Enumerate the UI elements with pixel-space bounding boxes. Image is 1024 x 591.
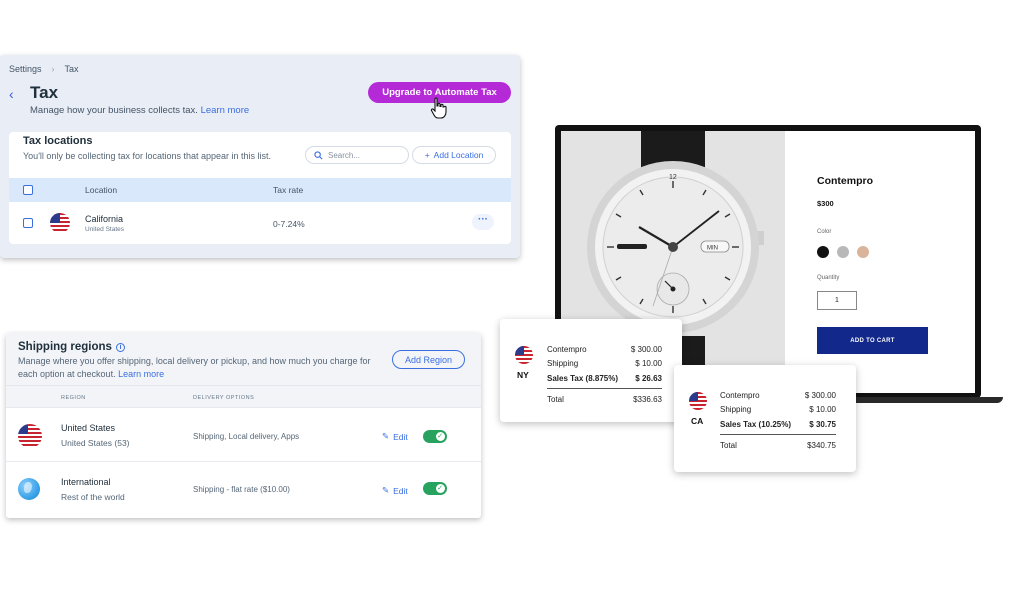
receipt-line-label: Contempro [720,391,760,400]
edit-region-button[interactable]: ✎ Edit [382,431,408,442]
quantity-label: Quantity [817,275,840,281]
learn-more-link[interactable]: Learn more [201,105,250,116]
table-row[interactable]: California United States 0-7.24% [9,202,511,244]
shipping-learn-more-link[interactable]: Learn more [118,369,164,379]
shipping-title-text: Shipping regions [18,341,112,353]
column-tax-rate: Tax rate [273,185,304,195]
receipt-divider [547,388,662,389]
us-flag-icon [689,392,707,410]
globe-icon [18,478,40,500]
delivery-options: Shipping - flat rate ($10.00) [193,485,290,494]
receipt-line-label: Shipping [547,359,579,368]
receipt-card-ny: NY Contempro $ 300.00 Shipping $ 10.00 S… [500,319,682,422]
check-icon: ✓ [437,485,443,492]
table-row[interactable]: United States United States (53) Shippin… [6,407,481,461]
shipping-title: Shipping regions i [18,341,125,353]
receipt-divider [720,434,836,435]
check-icon: ✓ [437,433,443,440]
receipt-line-value: $ 10.00 [635,359,662,368]
more-actions-icon[interactable]: ··· [472,214,494,230]
add-location-button[interactable]: + Add Location [412,146,496,164]
receipt-tax-value: $ 30.75 [809,420,836,429]
receipt-line-value: $ 300.00 [630,345,662,354]
region-name: International [61,477,111,487]
svg-text:12: 12 [669,174,677,181]
column-delivery-options: DELIVERY OPTIONS [193,395,255,401]
receipt-tax-value: $ 26.63 [635,374,662,383]
location-name: California [85,214,124,224]
location-tax-rate: 0-7.24% [273,219,305,229]
receipt-total-value: $340.75 [807,441,836,450]
regions-table-header: REGION DELIVERY OPTIONS [6,385,481,407]
select-all-checkbox[interactable] [23,185,33,195]
region-enabled-toggle[interactable]: ✓ [423,430,447,443]
shipping-description: Manage where you offer shipping, local d… [18,355,383,381]
receipt-state: CA [691,416,704,426]
add-to-cart-button[interactable]: ADD TO CART [817,327,928,354]
plus-icon: + [424,150,430,160]
quantity-input[interactable]: 1 [817,291,857,310]
add-location-label: Add Location [433,150,484,160]
region-name: United States [61,423,116,433]
color-label: Color [817,229,832,235]
page-title: Tax [30,83,59,102]
tax-locations-title: Tax locations [23,135,93,147]
receipt-total-value: $336.63 [633,395,662,404]
breadcrumb-settings[interactable]: Settings [9,64,42,74]
pencil-icon: ✎ [382,431,390,441]
region-sub: Rest of the world [61,492,125,502]
receipt-total-label: Total [720,441,737,450]
receipt-tax-label: Sales Tax (10.25%) [720,420,792,429]
row-checkbox[interactable] [23,218,33,228]
search-icon [314,150,323,159]
receipt-tax-label: Sales Tax (8.875%) [547,374,619,383]
receipt-card-ca: CA Contempro $ 300.00 Shipping $ 10.00 S… [674,365,856,472]
us-flag-icon [515,346,533,364]
product-name: Contempro [817,175,873,187]
hand-cursor-icon [430,97,447,119]
color-swatch-tan[interactable] [857,246,869,258]
watch-min-label: MIN [707,246,718,252]
receipt-line-label: Shipping [720,405,752,414]
breadcrumb: Settings › Tax [9,64,79,74]
shipping-regions-panel: Shipping regions i Manage where you offe… [6,333,481,518]
page-subtitle: Manage how your business collects tax. L… [30,105,249,116]
table-row[interactable]: International Rest of the world Shipping… [6,461,481,515]
tax-locations-description: You'll only be collecting tax for locati… [23,151,272,161]
receipt-total-label: Total [547,395,564,404]
back-arrow-icon[interactable]: ‹ [9,86,14,102]
pencil-icon: ✎ [382,485,390,495]
receipt-line-value: $ 300.00 [804,391,836,400]
color-swatch-gray[interactable] [837,246,849,258]
breadcrumb-tax: Tax [64,64,79,74]
tax-settings-panel: Settings › Tax ‹ Tax Manage how your bus… [0,55,520,258]
location-search-input[interactable]: Search... [305,146,409,164]
shipping-description-text: Manage where you offer shipping, local d… [18,356,371,379]
column-region: REGION [61,395,86,401]
receipt-state: NY [517,370,529,380]
region-enabled-toggle[interactable]: ✓ [423,482,447,495]
delivery-options: Shipping, Local delivery, Apps [193,432,300,441]
add-region-button[interactable]: Add Region [392,350,465,369]
subtitle-text: Manage how your business collects tax. [30,105,198,116]
location-country: United States [85,226,125,233]
edit-label: Edit [393,431,408,442]
receipt-line-value: $ 10.00 [809,405,836,414]
breadcrumb-separator-icon: › [51,64,55,74]
us-flag-icon [50,213,70,233]
locations-table-header: Location Tax rate [9,178,511,202]
info-icon[interactable]: i [115,342,125,352]
edit-region-button[interactable]: ✎ Edit [382,485,408,496]
us-flag-icon [18,424,42,448]
column-location: Location [85,185,118,195]
edit-label: Edit [393,485,408,496]
color-swatch-black[interactable] [817,246,829,258]
receipt-line-label: Contempro [547,345,587,354]
region-sub: United States (53) [61,438,130,448]
product-price: $300 [817,199,834,208]
tax-locations-card: Tax locations You'll only be collecting … [9,132,511,244]
search-placeholder: Search... [328,150,361,160]
